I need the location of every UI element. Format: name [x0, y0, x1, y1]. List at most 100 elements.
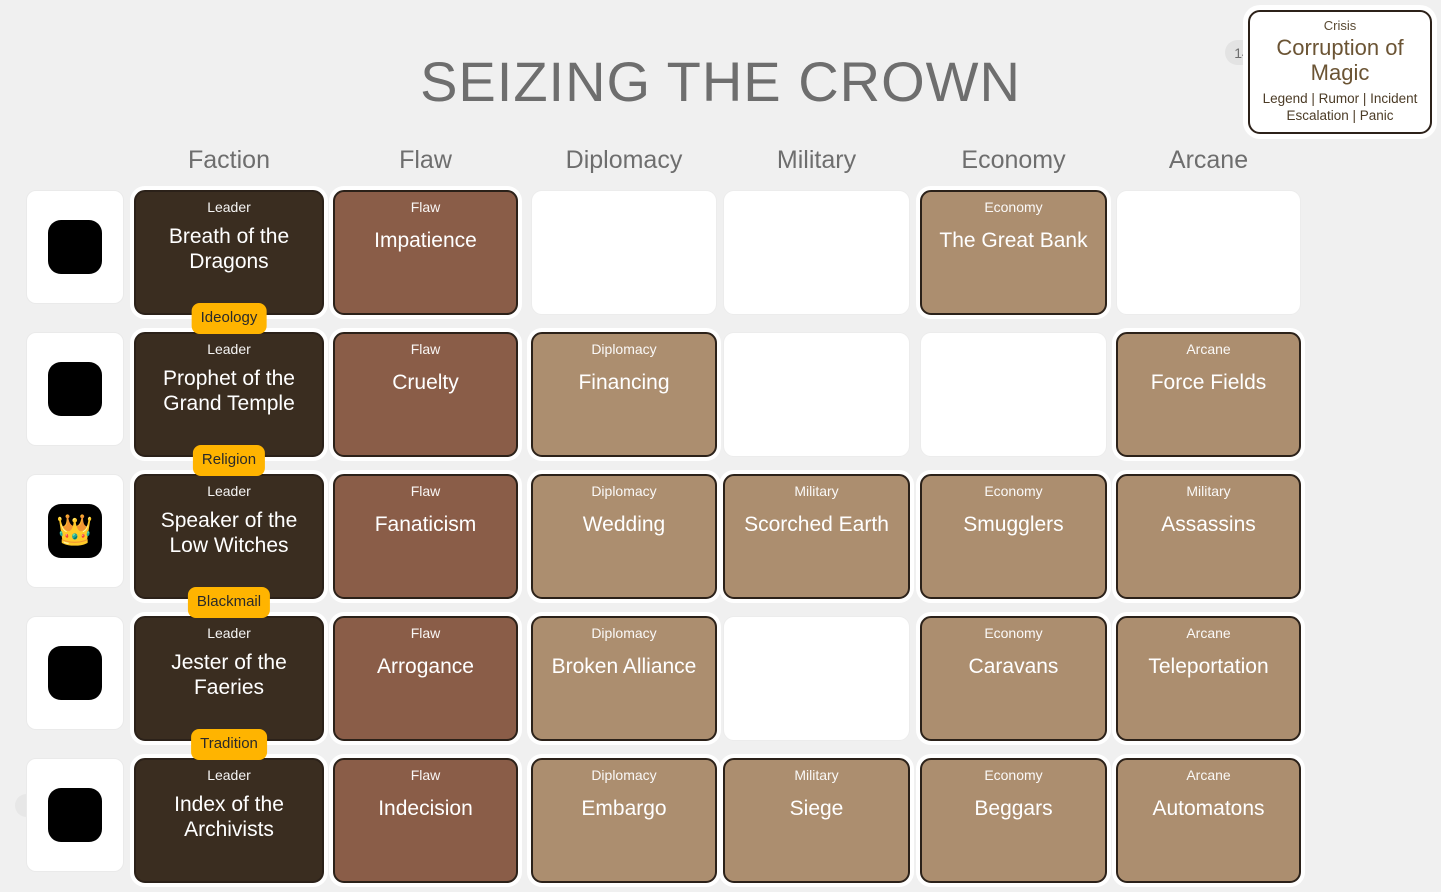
- card-slot[interactable]: [531, 190, 717, 315]
- card-name: Arrogance: [377, 655, 474, 678]
- game-card[interactable]: Economy Caravans: [920, 616, 1107, 741]
- faction-link-tag[interactable]: Ideology: [191, 303, 267, 334]
- game-card[interactable]: Diplomacy Financing: [531, 332, 717, 457]
- game-card[interactable]: Flaw Impatience: [333, 190, 518, 315]
- game-card[interactable]: Economy The Great Bank: [920, 190, 1107, 315]
- card-name: Impatience: [374, 229, 477, 252]
- card-slot[interactable]: [1116, 190, 1301, 315]
- card-slot[interactable]: Diplomacy Broken Alliance: [531, 616, 717, 741]
- game-card[interactable]: Arcane Teleportation: [1116, 616, 1301, 741]
- card-slot[interactable]: Arcane Teleportation: [1116, 616, 1301, 741]
- empty-card-slot[interactable]: [1116, 190, 1301, 315]
- card-name: Index of the Archivists: [174, 793, 284, 841]
- card-kind-label: Arcane: [1186, 341, 1231, 357]
- faction-avatar-slot[interactable]: ☠: [26, 190, 124, 304]
- card-slot[interactable]: Flaw Impatience: [333, 190, 518, 315]
- game-card[interactable]: Leader Speaker of the Low Witches: [134, 474, 324, 599]
- game-card[interactable]: Leader Index of the Archivists: [134, 758, 324, 883]
- card-slot[interactable]: Arcane Automatons: [1116, 758, 1301, 883]
- card-slot[interactable]: Leader Prophet of the Grand Temple: [134, 332, 324, 457]
- crown-icon: 👑: [48, 504, 102, 558]
- card-kind-label: Arcane: [1186, 767, 1231, 783]
- game-card[interactable]: Flaw Arrogance: [333, 616, 518, 741]
- game-card[interactable]: Military Siege: [723, 758, 910, 883]
- empty-card-slot[interactable]: [723, 616, 910, 741]
- crisis-card-kind: Crisis: [1323, 18, 1357, 33]
- column-header-military: Military: [776, 146, 857, 174]
- game-card[interactable]: Diplomacy Wedding: [531, 474, 717, 599]
- faction-link-tag[interactable]: Tradition: [191, 729, 267, 760]
- crisis-card[interactable]: Crisis Corruption of Magic Legend | Rumo…: [1248, 10, 1432, 134]
- faction-link-tag[interactable]: Religion: [192, 445, 266, 476]
- game-card[interactable]: Military Scorched Earth: [723, 474, 910, 599]
- empty-card-slot[interactable]: [531, 190, 717, 315]
- card-slot[interactable]: [920, 332, 1107, 457]
- game-card[interactable]: Arcane Force Fields: [1116, 332, 1301, 457]
- card-slot[interactable]: Flaw Fanaticism: [333, 474, 518, 599]
- faction-avatar-slot[interactable]: 👑: [26, 474, 124, 588]
- game-card[interactable]: Arcane Automatons: [1116, 758, 1301, 883]
- card-slot[interactable]: [723, 190, 910, 315]
- card-kind-label: Economy: [984, 199, 1043, 215]
- game-card[interactable]: Leader Breath of the Dragons: [134, 190, 324, 315]
- card-name: Teleportation: [1148, 655, 1269, 678]
- card-slot[interactable]: Economy The Great Bank: [920, 190, 1107, 315]
- card-kind-label: Economy: [984, 625, 1043, 641]
- card-slot[interactable]: Flaw Cruelty: [333, 332, 518, 457]
- faction-link-tag[interactable]: Blackmail: [187, 587, 271, 618]
- card-slot[interactable]: Diplomacy Wedding: [531, 474, 717, 599]
- game-card[interactable]: Leader Jester of the Faeries: [134, 616, 324, 741]
- card-slot[interactable]: [723, 616, 910, 741]
- board-row: 2☠ Leader Index of the Archivists Flaw Indec…: [0, 750, 1441, 892]
- card-name: Smugglers: [963, 513, 1064, 536]
- card-kind-label: Diplomacy: [591, 341, 657, 357]
- card-slot[interactable]: Diplomacy Embargo: [531, 758, 717, 883]
- card-name: Siege: [789, 797, 844, 820]
- faction-avatar-slot[interactable]: 2☠: [15, 758, 124, 872]
- card-slot[interactable]: Economy Beggars: [920, 758, 1107, 883]
- empty-card-slot[interactable]: [723, 332, 910, 457]
- faction-avatar-card[interactable]: ☠: [26, 616, 124, 730]
- card-slot[interactable]: Flaw Indecision: [333, 758, 518, 883]
- card-slot[interactable]: Flaw Arrogance: [333, 616, 518, 741]
- empty-card-slot[interactable]: [723, 190, 910, 315]
- faction-avatar-card[interactable]: ☠: [26, 758, 124, 872]
- faction-avatar-slot[interactable]: ☠: [26, 616, 124, 730]
- card-slot[interactable]: Military Scorched Earth: [723, 474, 910, 599]
- game-card[interactable]: Military Assassins: [1116, 474, 1301, 599]
- game-card[interactable]: Flaw Indecision: [333, 758, 518, 883]
- game-card[interactable]: Diplomacy Broken Alliance: [531, 616, 717, 741]
- empty-card-slot[interactable]: [920, 332, 1107, 457]
- crisis-card-container[interactable]: 14 Crisis Corruption of Magic Legend | R…: [1225, 10, 1432, 134]
- game-card[interactable]: Economy Smugglers: [920, 474, 1107, 599]
- card-slot[interactable]: Leader Breath of the Dragons: [134, 190, 324, 315]
- faction-avatar-card[interactable]: ☠: [26, 332, 124, 446]
- card-slot[interactable]: Economy Smugglers: [920, 474, 1107, 599]
- game-card[interactable]: Economy Beggars: [920, 758, 1107, 883]
- card-slot[interactable]: Leader Index of the Archivists: [134, 758, 324, 883]
- card-slot[interactable]: [723, 332, 910, 457]
- board-row: ☠ Leader Jester of the Faeries Flaw Arroganc…: [0, 608, 1441, 760]
- card-name: Prophet of the Grand Temple: [163, 367, 295, 415]
- faction-avatar-card[interactable]: 👑: [26, 474, 124, 588]
- card-slot[interactable]: Diplomacy Financing: [531, 332, 717, 457]
- faction-avatar-card[interactable]: ☠: [26, 190, 124, 304]
- card-slot[interactable]: Arcane Force Fields: [1116, 332, 1301, 457]
- game-card[interactable]: Diplomacy Embargo: [531, 758, 717, 883]
- game-card[interactable]: Flaw Fanaticism: [333, 474, 518, 599]
- faction-avatar-slot[interactable]: ☠: [26, 332, 124, 446]
- card-kind-label: Leader: [207, 483, 251, 499]
- card-name: Wedding: [582, 513, 666, 536]
- game-card[interactable]: Flaw Cruelty: [333, 332, 518, 457]
- card-name: Speaker of the Low Witches: [160, 509, 298, 557]
- card-slot[interactable]: Leader Speaker of the Low Witches: [134, 474, 324, 599]
- card-slot[interactable]: Military Siege: [723, 758, 910, 883]
- card-slot[interactable]: Leader Jester of the Faeries: [134, 616, 324, 741]
- card-kind-label: Flaw: [410, 625, 441, 641]
- card-slot[interactable]: Economy Caravans: [920, 616, 1107, 741]
- card-slot[interactable]: Military Assassins: [1116, 474, 1301, 599]
- card-name: Breath of the Dragons: [168, 225, 290, 273]
- skull-and-crossbones-icon: ☠: [48, 788, 102, 842]
- game-card[interactable]: Leader Prophet of the Grand Temple: [134, 332, 324, 457]
- card-kind-label: Economy: [984, 483, 1043, 499]
